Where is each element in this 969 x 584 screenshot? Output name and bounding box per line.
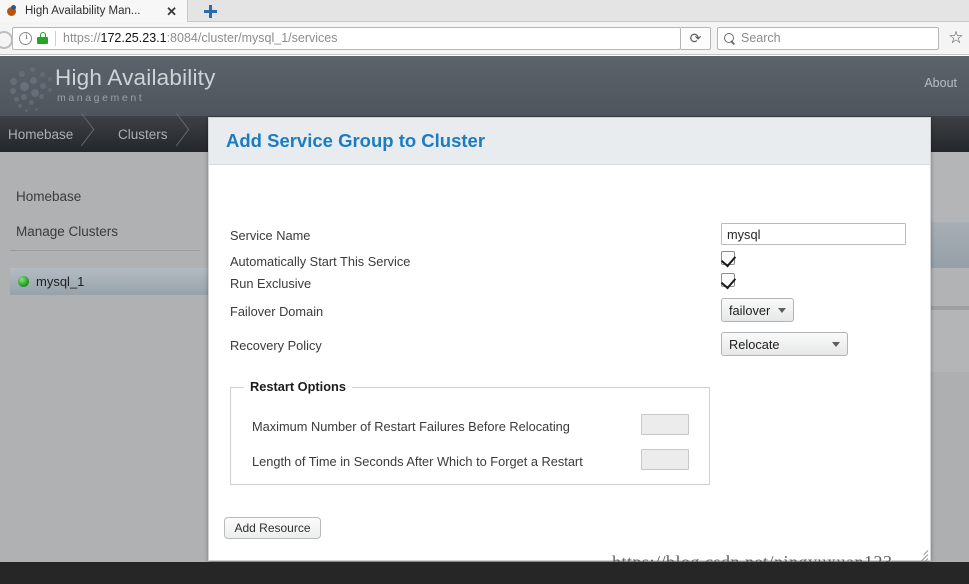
cluster-label: mysql_1 [36,274,85,289]
failover-domain-value: failover [729,302,771,318]
run-exclusive-checkbox[interactable] [721,273,735,287]
service-name-input[interactable] [721,223,906,245]
dialog-title: Add Service Group to Cluster [226,130,486,151]
brand-title: High Availability [55,65,216,90]
sidebar: Homebase Manage Clusters mysql_1 [0,152,220,562]
divider [55,30,56,46]
plus-icon [203,5,217,18]
dialog-body: Service Name Automatically Start This Se… [209,165,930,584]
label-run-exclusive: Run Exclusive [230,276,312,291]
app-header: High Availability management About [0,56,969,116]
forget-restart-time-input[interactable] [641,449,689,470]
add-resource-button[interactable]: Add Resource [224,517,321,539]
brand-subtitle: management [57,92,145,104]
breadcrumb-label: Homebase [8,126,74,142]
restart-options-group: Restart Options Maximum Number of Restar… [230,379,710,485]
label-auto-start: Automatically Start This Service [230,254,411,269]
browser-nav-bar: https://172.25.23.1:8084/cluster/mysql_1… [0,22,969,55]
restart-options-legend: Restart Options [244,379,352,394]
max-restart-failures-input[interactable] [641,414,689,435]
screen: High Availability Man... ✕ https://172.2… [0,0,969,584]
search-placeholder: Search [741,31,781,45]
resize-handle[interactable] [914,545,929,568]
browser-tab-title: High Availability Man... [25,5,141,17]
breadcrumb-item-clusters[interactable]: Clusters [118,116,168,152]
browser-tab-bar: High Availability Man... ✕ [0,0,969,22]
sidebar-item-manage-clusters[interactable]: Manage Clusters [16,224,118,239]
sidebar-item-cluster-mysql-1[interactable]: mysql_1 [10,268,220,295]
lock-icon [37,32,48,44]
logo-icon [6,64,52,112]
auto-start-checkbox[interactable] [721,251,735,265]
url-protocol: https:// [63,31,101,45]
add-service-group-dialog: Add Service Group to Cluster Service Nam… [208,117,931,584]
divider [10,250,200,251]
label-max-restart-failures: Maximum Number of Restart Failures Befor… [252,419,570,434]
label-forget-restart-time: Length of Time in Seconds After Which to… [252,454,583,469]
failover-domain-select[interactable]: failover [721,298,794,322]
chevron-down-icon [778,307,786,313]
bookmark-star-icon[interactable]: ☆ [943,28,969,48]
footer-bar [0,562,969,584]
search-bar[interactable]: Search [717,26,939,50]
label-service-name: Service Name [230,228,311,243]
label-recovery-policy: Recovery Policy [230,338,322,353]
chevron-right-icon [168,116,190,152]
chevron-down-icon [832,341,840,347]
status-indicator-icon [18,276,29,287]
back-button-icon[interactable] [0,26,13,50]
url-host: 172.25.23.1 [100,31,167,45]
page-favicon-icon [6,4,19,18]
reload-button[interactable]: ⟳ [681,26,711,50]
breadcrumb-item-homebase[interactable]: Homebase [8,116,73,152]
close-icon[interactable]: ✕ [162,5,181,18]
site-info-icon[interactable] [19,31,33,45]
breadcrumb-label: Clusters [118,126,168,142]
url-path: :8084/cluster/mysql_1/services [166,31,338,45]
url-text: https://172.25.23.1:8084/cluster/mysql_1… [63,31,676,45]
dialog-header: Add Service Group to Cluster [209,118,930,165]
sidebar-item-homebase[interactable]: Homebase [16,189,81,204]
about-link[interactable]: About [924,76,957,90]
search-icon [724,32,735,44]
new-tab-button[interactable] [190,1,230,22]
recovery-policy-select[interactable]: Relocate [721,332,848,356]
address-bar[interactable]: https://172.25.23.1:8084/cluster/mysql_1… [12,26,681,50]
label-failover-domain: Failover Domain [230,304,324,319]
recovery-policy-value: Relocate [729,336,780,352]
chevron-right-icon [73,116,95,152]
browser-tab[interactable]: High Availability Man... ✕ [0,0,188,22]
